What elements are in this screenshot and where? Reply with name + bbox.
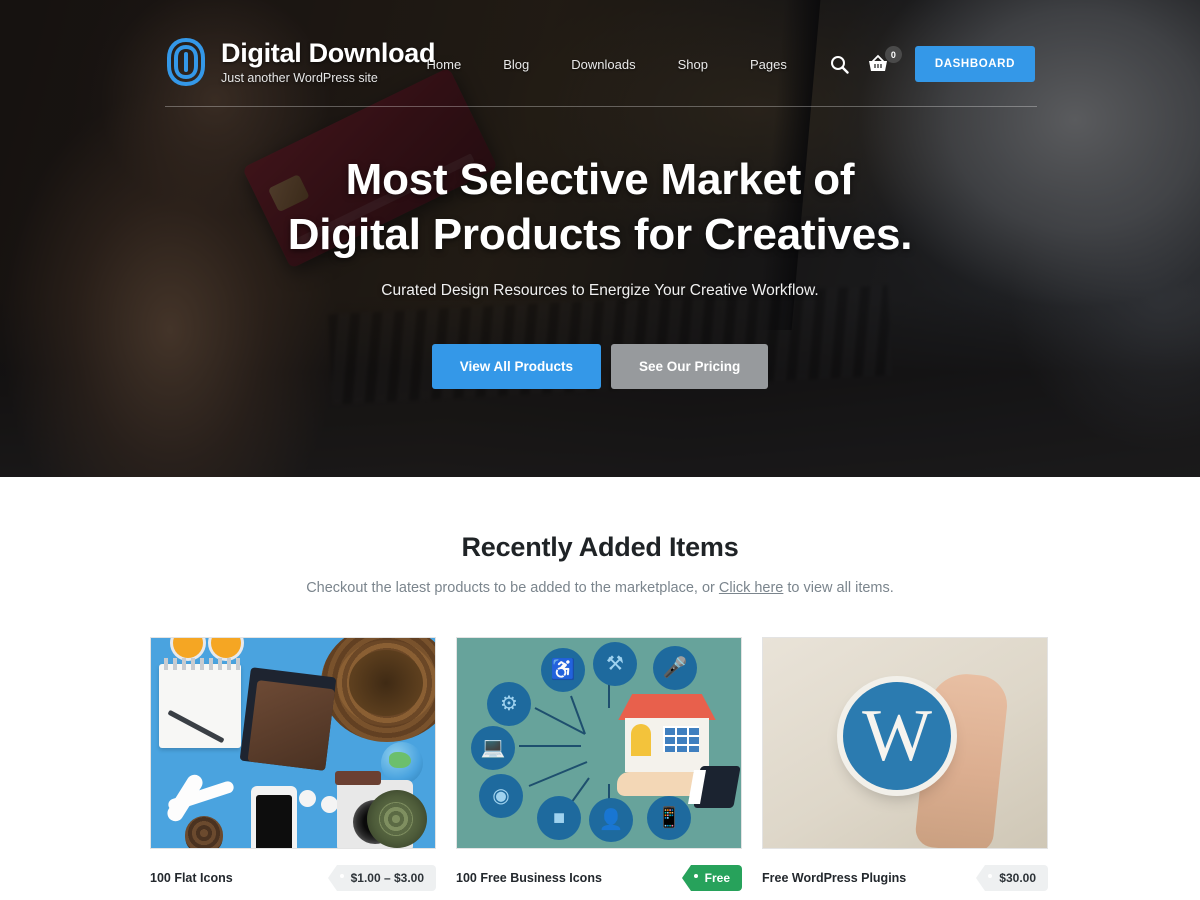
see-our-pricing-button[interactable]: See Our Pricing: [610, 343, 769, 389]
headphones-icon: ♿: [541, 648, 585, 692]
site-title: Digital Download: [221, 37, 436, 68]
top-navigation-bar: Digital Download Just another WordPress …: [0, 0, 1200, 108]
hero-title: Most Selective Market of Digital Product…: [0, 152, 1200, 263]
nav-item-blog[interactable]: Blog: [482, 57, 550, 72]
site-brand[interactable]: Digital Download Just another WordPress …: [165, 36, 436, 88]
dashboard-button[interactable]: DASHBOARD: [914, 46, 1035, 82]
hand-graphic: [617, 766, 741, 808]
product-card: W Free WordPress Plugins $30.00: [762, 637, 1048, 891]
product-thumbnail-travel[interactable]: [150, 637, 436, 849]
product-price-tag: $30.00: [976, 865, 1048, 891]
main-menu: Home Blog Downloads Shop Pages 0 DASHBOA…: [406, 46, 1035, 82]
hero-content: Most Selective Market of Digital Product…: [0, 152, 1200, 389]
wordpress-logo-image: W: [763, 638, 1047, 848]
house-graphic: [618, 694, 716, 772]
microphone-icon: 🎤: [653, 646, 697, 690]
header-divider: [165, 106, 1037, 107]
fingerprint-icon: [165, 36, 207, 88]
shopping-basket-icon[interactable]: 0: [867, 46, 902, 74]
product-title[interactable]: Free WordPress Plugins: [762, 871, 906, 885]
search-icon[interactable]: [830, 55, 849, 74]
product-price-tag: $1.00 – $3.00: [327, 865, 436, 891]
monitor-icon: 💻: [471, 726, 515, 770]
product-title[interactable]: 100 Flat Icons: [150, 871, 233, 885]
hero-title-line-2: Digital Products for Creatives.: [287, 210, 913, 260]
gear-icon: ⚙: [487, 682, 531, 726]
section-subtext-after: to view all items.: [783, 580, 894, 596]
click-here-link[interactable]: Click here: [719, 580, 783, 596]
product-card: ⚙ 💻 ◉ ♿ ■ ⚒ 👤 🎤 📱 100 Free Business Icon…: [456, 637, 742, 891]
section-heading: Recently Added Items: [461, 532, 739, 562]
hero-header: Digital Download Just another WordPress …: [0, 0, 1200, 477]
travel-flatlay-image: [151, 638, 435, 848]
product-title[interactable]: 100 Free Business Icons: [456, 871, 602, 885]
product-card: 100 Flat Icons $1.00 – $3.00: [150, 637, 436, 891]
nav-item-downloads[interactable]: Downloads: [550, 57, 656, 72]
hero-title-line-1: Most Selective Market of: [345, 155, 855, 204]
cart-count-badge: 0: [884, 46, 902, 63]
nav-item-pages[interactable]: Pages: [729, 57, 808, 72]
section-subtext: Checkout the latest products to be added…: [0, 580, 1200, 596]
product-price-tag: Free: [681, 865, 742, 891]
product-thumbnail-wordpress[interactable]: W: [762, 637, 1048, 849]
product-meta: Free WordPress Plugins $30.00: [762, 865, 1048, 891]
product-thumbnail-business[interactable]: ⚙ 💻 ◉ ♿ ■ ⚒ 👤 🎤 📱: [456, 637, 742, 849]
view-all-products-button[interactable]: View All Products: [431, 343, 601, 389]
nav-item-shop[interactable]: Shop: [657, 57, 729, 72]
wordpress-icon: W: [843, 682, 951, 790]
smart-home-icons-image: ⚙ 💻 ◉ ♿ ■ ⚒ 👤 🎤 📱: [457, 638, 741, 848]
recently-added-section: Recently Added Items Checkout the latest…: [0, 477, 1200, 891]
site-tagline: Just another WordPress site: [221, 70, 378, 85]
product-meta: 100 Free Business Icons Free: [456, 865, 742, 891]
product-grid: 100 Flat Icons $1.00 – $3.00 ⚙ 💻 ◉ ♿ ■ ⚒…: [150, 637, 1050, 891]
section-subtext-before: Checkout the latest products to be added…: [306, 580, 719, 596]
square-icon: ■: [537, 796, 581, 840]
nav-item-home[interactable]: Home: [406, 57, 483, 72]
tools-icon: ⚒: [593, 642, 637, 686]
product-meta: 100 Flat Icons $1.00 – $3.00: [150, 865, 436, 891]
wifi-icon: ◉: [479, 774, 523, 818]
hero-actions: View All Products See Our Pricing: [0, 343, 1200, 389]
hero-subtitle: Curated Design Resources to Energize You…: [381, 281, 819, 299]
